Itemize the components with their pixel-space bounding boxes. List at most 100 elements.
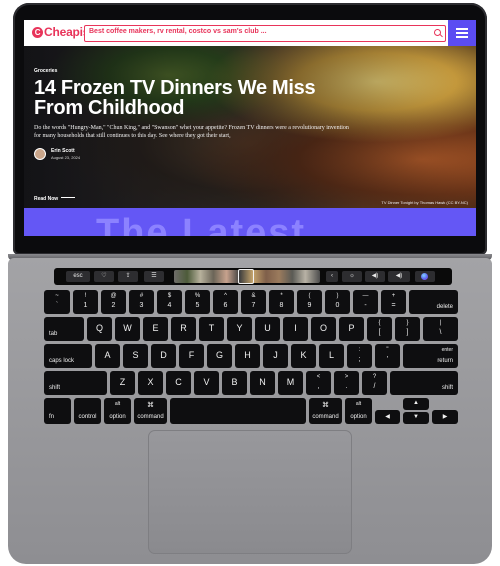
volume-icon[interactable]: ◀) bbox=[365, 271, 385, 282]
selected-tab-thumbnail[interactable] bbox=[238, 269, 254, 284]
return-key[interactable]: enter return bbox=[403, 344, 458, 368]
key-5[interactable]: % 5 bbox=[185, 290, 210, 314]
key-y[interactable]: Y bbox=[227, 317, 252, 341]
key-w[interactable]: W bbox=[115, 317, 140, 341]
key-label: G bbox=[215, 350, 223, 360]
key-backslash[interactable]: | \ bbox=[423, 317, 458, 341]
key-b[interactable]: B bbox=[222, 371, 247, 395]
latest-section: The Latest bbox=[24, 208, 476, 236]
key-backtick[interactable]: ~ ` bbox=[44, 290, 70, 314]
article-category[interactable]: Groceries bbox=[34, 68, 57, 74]
key-0[interactable]: ) 0 bbox=[325, 290, 350, 314]
control-key[interactable]: control bbox=[74, 398, 101, 424]
key-right-bracket[interactable]: }] bbox=[395, 317, 420, 341]
key-label: 6 bbox=[223, 302, 228, 309]
key-n[interactable]: N bbox=[250, 371, 275, 395]
right-command-key[interactable]: ⌘ command bbox=[309, 398, 342, 424]
chevron-left-icon[interactable]: ‹ bbox=[326, 271, 338, 282]
key-u[interactable]: U bbox=[255, 317, 280, 341]
key-label: ) bbox=[336, 293, 339, 299]
left-option-key[interactable]: alt option bbox=[104, 398, 131, 424]
menu-button[interactable] bbox=[448, 20, 476, 46]
key-l[interactable]: L bbox=[319, 344, 344, 368]
key-8[interactable]: * 8 bbox=[269, 290, 294, 314]
tabs-icon[interactable]: ☰ bbox=[144, 271, 164, 282]
key-s[interactable]: S bbox=[123, 344, 148, 368]
right-option-key[interactable]: alt option bbox=[345, 398, 372, 424]
key-label: C bbox=[175, 377, 182, 387]
search-icon[interactable] bbox=[434, 29, 441, 36]
left-shift-key[interactable]: shift bbox=[44, 371, 107, 395]
key-label: B bbox=[231, 377, 238, 387]
author-name[interactable]: Erin Scott bbox=[51, 148, 75, 154]
right-shift-key[interactable]: shift bbox=[390, 371, 458, 395]
key-e[interactable]: E bbox=[143, 317, 168, 341]
key-label: command bbox=[312, 414, 339, 420]
delete-key[interactable]: delete bbox=[409, 290, 458, 314]
key-quote[interactable]: " ' bbox=[375, 344, 400, 368]
hamburger-icon-bar bbox=[456, 36, 468, 38]
key-i[interactable]: I bbox=[283, 317, 308, 341]
article-headline[interactable]: 14 Frozen TV Dinners We Miss From Childh… bbox=[34, 78, 364, 118]
key-j[interactable]: J bbox=[263, 344, 288, 368]
search-input[interactable]: Best coffee makers, rv rental, costco vs… bbox=[84, 25, 446, 42]
key-m[interactable]: M bbox=[278, 371, 303, 395]
fn-key[interactable]: fn bbox=[44, 398, 71, 424]
arrow-up-key[interactable]: ▲ bbox=[403, 398, 429, 410]
tab-key[interactable]: tab bbox=[44, 317, 84, 341]
key-3[interactable]: #3 bbox=[129, 290, 154, 314]
key-period[interactable]: >. bbox=[334, 371, 359, 395]
key-k[interactable]: K bbox=[291, 344, 316, 368]
key-label: * bbox=[280, 293, 283, 299]
key-z[interactable]: Z bbox=[110, 371, 135, 395]
brightness-icon[interactable]: ☼ bbox=[342, 271, 362, 282]
key-1[interactable]: ! 1 bbox=[73, 290, 98, 314]
key-label: ? bbox=[372, 374, 377, 380]
key-r[interactable]: R bbox=[171, 317, 196, 341]
touch-bar[interactable]: esc ♡ ⇪ ☰ ‹ ☼ ◀) ◀) bbox=[54, 268, 452, 285]
key-6[interactable]: ^ 6 bbox=[213, 290, 238, 314]
mute-icon[interactable]: ◀) bbox=[388, 271, 410, 282]
siri-icon[interactable] bbox=[415, 271, 435, 282]
key-x[interactable]: X bbox=[138, 371, 163, 395]
key-label: return bbox=[437, 358, 453, 364]
key-g[interactable]: G bbox=[207, 344, 232, 368]
key-semicolon[interactable]: :; bbox=[347, 344, 372, 368]
space-bar[interactable] bbox=[170, 398, 306, 424]
key-slash[interactable]: ? / bbox=[362, 371, 387, 395]
trackpad[interactable] bbox=[148, 430, 352, 554]
key-label: delete bbox=[436, 304, 453, 310]
key-o[interactable]: O bbox=[311, 317, 336, 341]
key-label: [ bbox=[378, 329, 381, 336]
arrow-left-key[interactable]: ◀ bbox=[375, 410, 400, 424]
key-v[interactable]: V bbox=[194, 371, 219, 395]
key-q[interactable]: Q bbox=[87, 317, 112, 341]
key-h[interactable]: H bbox=[235, 344, 260, 368]
key-comma[interactable]: <, bbox=[306, 371, 331, 395]
caps-lock-key[interactable]: caps lock bbox=[44, 344, 92, 368]
key-left-bracket[interactable]: {[ bbox=[367, 317, 392, 341]
hero-article[interactable]: Groceries 14 Frozen TV Dinners We Miss F… bbox=[24, 46, 476, 208]
key-2[interactable]: @2 bbox=[101, 290, 126, 314]
left-command-key[interactable]: ⌘ command bbox=[134, 398, 167, 424]
key-minus[interactable]: — - bbox=[353, 290, 378, 314]
esc-key[interactable]: esc bbox=[66, 271, 90, 282]
key-p[interactable]: P bbox=[339, 317, 364, 341]
key-a[interactable]: A bbox=[95, 344, 120, 368]
heart-icon[interactable]: ♡ bbox=[94, 271, 114, 282]
key-equals[interactable]: + = bbox=[381, 290, 406, 314]
key-label: ; bbox=[358, 356, 361, 363]
share-icon[interactable]: ⇪ bbox=[118, 271, 138, 282]
key-9[interactable]: (9 bbox=[297, 290, 322, 314]
key-f[interactable]: F bbox=[179, 344, 204, 368]
key-label: shift bbox=[441, 385, 453, 391]
key-4[interactable]: $4 bbox=[157, 290, 182, 314]
key-d[interactable]: D bbox=[151, 344, 176, 368]
key-label: alt bbox=[355, 401, 362, 407]
key-t[interactable]: T bbox=[199, 317, 224, 341]
read-now-link[interactable]: Read Now bbox=[34, 196, 75, 202]
arrow-down-key[interactable]: ▼ bbox=[403, 412, 429, 424]
arrow-right-key[interactable]: ▶ bbox=[432, 410, 458, 424]
key-c[interactable]: C bbox=[166, 371, 191, 395]
key-7[interactable]: & 7 bbox=[241, 290, 266, 314]
